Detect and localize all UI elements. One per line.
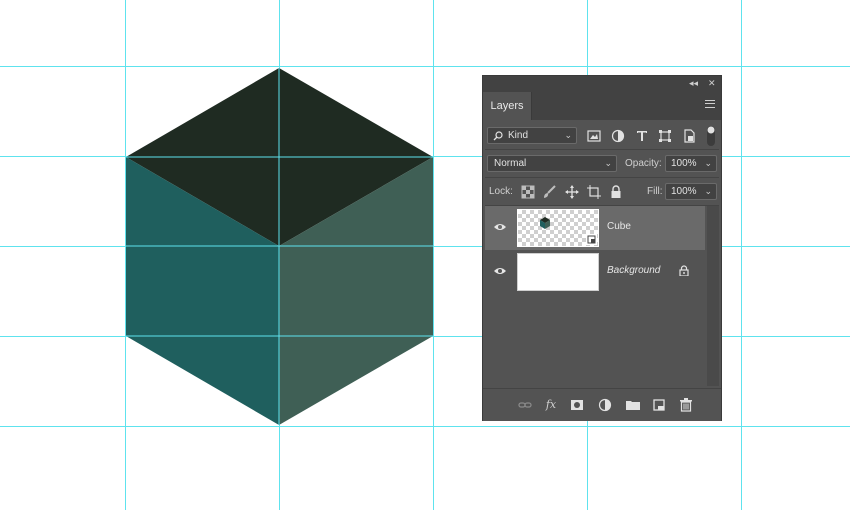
lock-all-icon[interactable]	[609, 185, 623, 199]
layers-panel: ◂◂ ✕ Layers Kind ⌄ Normal ⌄ Opacity: 100…	[482, 75, 722, 421]
layer-name[interactable]: Cube	[607, 221, 631, 232]
fill-label: Fill:	[647, 186, 663, 197]
lock-artboard-icon[interactable]	[587, 185, 601, 199]
smart-object-filter-icon[interactable]	[682, 129, 696, 143]
new-layer-icon[interactable]	[651, 397, 667, 413]
lock-transparent-pixels-icon[interactable]	[521, 185, 535, 199]
panel-title-bar[interactable]: ◂◂ ✕	[483, 76, 721, 90]
close-panel-button[interactable]: ✕	[708, 76, 716, 90]
layer-row-cube[interactable]: Cube	[485, 206, 705, 250]
filter-toggle-icon[interactable]	[706, 125, 716, 147]
lock-label: Lock:	[489, 186, 513, 197]
panel-footer: fx	[483, 388, 721, 421]
new-adjustment-layer-icon[interactable]	[597, 397, 613, 413]
chevron-down-icon: ⌄	[704, 186, 712, 196]
divider	[485, 177, 719, 178]
chevron-down-icon: ⌄	[564, 130, 572, 140]
panel-tab-bar: Layers	[483, 90, 721, 120]
filter-kind-select[interactable]: Kind ⌄	[487, 127, 577, 144]
opacity-label: Opacity:	[625, 158, 662, 169]
blend-row: Normal ⌄ Opacity: 100% ⌄	[483, 154, 721, 174]
eye-icon[interactable]	[493, 222, 507, 232]
fill-input[interactable]: 100% ⌄	[665, 183, 717, 200]
add-mask-icon[interactable]	[569, 397, 585, 413]
lock-image-pixels-icon[interactable]	[543, 185, 557, 199]
lock-position-icon[interactable]	[565, 185, 579, 199]
new-group-icon[interactable]	[625, 397, 641, 413]
layer-thumbnail-cube[interactable]	[517, 209, 599, 247]
link-layers-icon[interactable]	[517, 397, 533, 413]
search-icon	[493, 131, 503, 141]
type-filter-icon[interactable]	[635, 129, 649, 143]
lock-row: Lock: Fill: 100% ⌄	[483, 182, 721, 202]
chevron-down-icon: ⌄	[704, 158, 712, 168]
blend-mode-value: Normal	[494, 158, 527, 169]
layer-lock-icon	[679, 265, 689, 276]
cube-artwork	[126, 68, 433, 425]
image-filter-icon[interactable]	[587, 129, 601, 143]
chevron-down-icon: ⌄	[604, 158, 612, 168]
layer-thumbnail-background[interactable]	[517, 253, 599, 291]
adjustment-filter-icon[interactable]	[611, 129, 625, 143]
fx-icon[interactable]: fx	[543, 397, 559, 413]
tab-layers[interactable]: Layers	[483, 92, 532, 120]
blend-mode-select[interactable]: Normal ⌄	[487, 155, 617, 172]
shape-filter-icon[interactable]	[658, 129, 672, 143]
filter-row: Kind ⌄	[483, 126, 721, 146]
panel-menu-icon[interactable]	[705, 100, 715, 108]
document-canvas[interactable]	[0, 0, 850, 510]
collapse-panel-button[interactable]: ◂◂	[689, 76, 698, 90]
fill-value: 100%	[671, 186, 697, 197]
layer-row-background[interactable]: Background	[485, 250, 705, 294]
opacity-value: 100%	[671, 158, 697, 169]
filter-kind-label: Kind	[508, 130, 529, 141]
layer-name[interactable]: Background	[607, 265, 660, 276]
smart-object-badge-icon	[586, 234, 597, 245]
delete-layer-icon[interactable]	[678, 397, 694, 413]
divider	[485, 149, 719, 150]
eye-icon[interactable]	[493, 266, 507, 276]
opacity-input[interactable]: 100% ⌄	[665, 155, 717, 172]
layers-scrollbar[interactable]	[707, 206, 719, 386]
cube-thumbnail-icon	[540, 217, 550, 229]
